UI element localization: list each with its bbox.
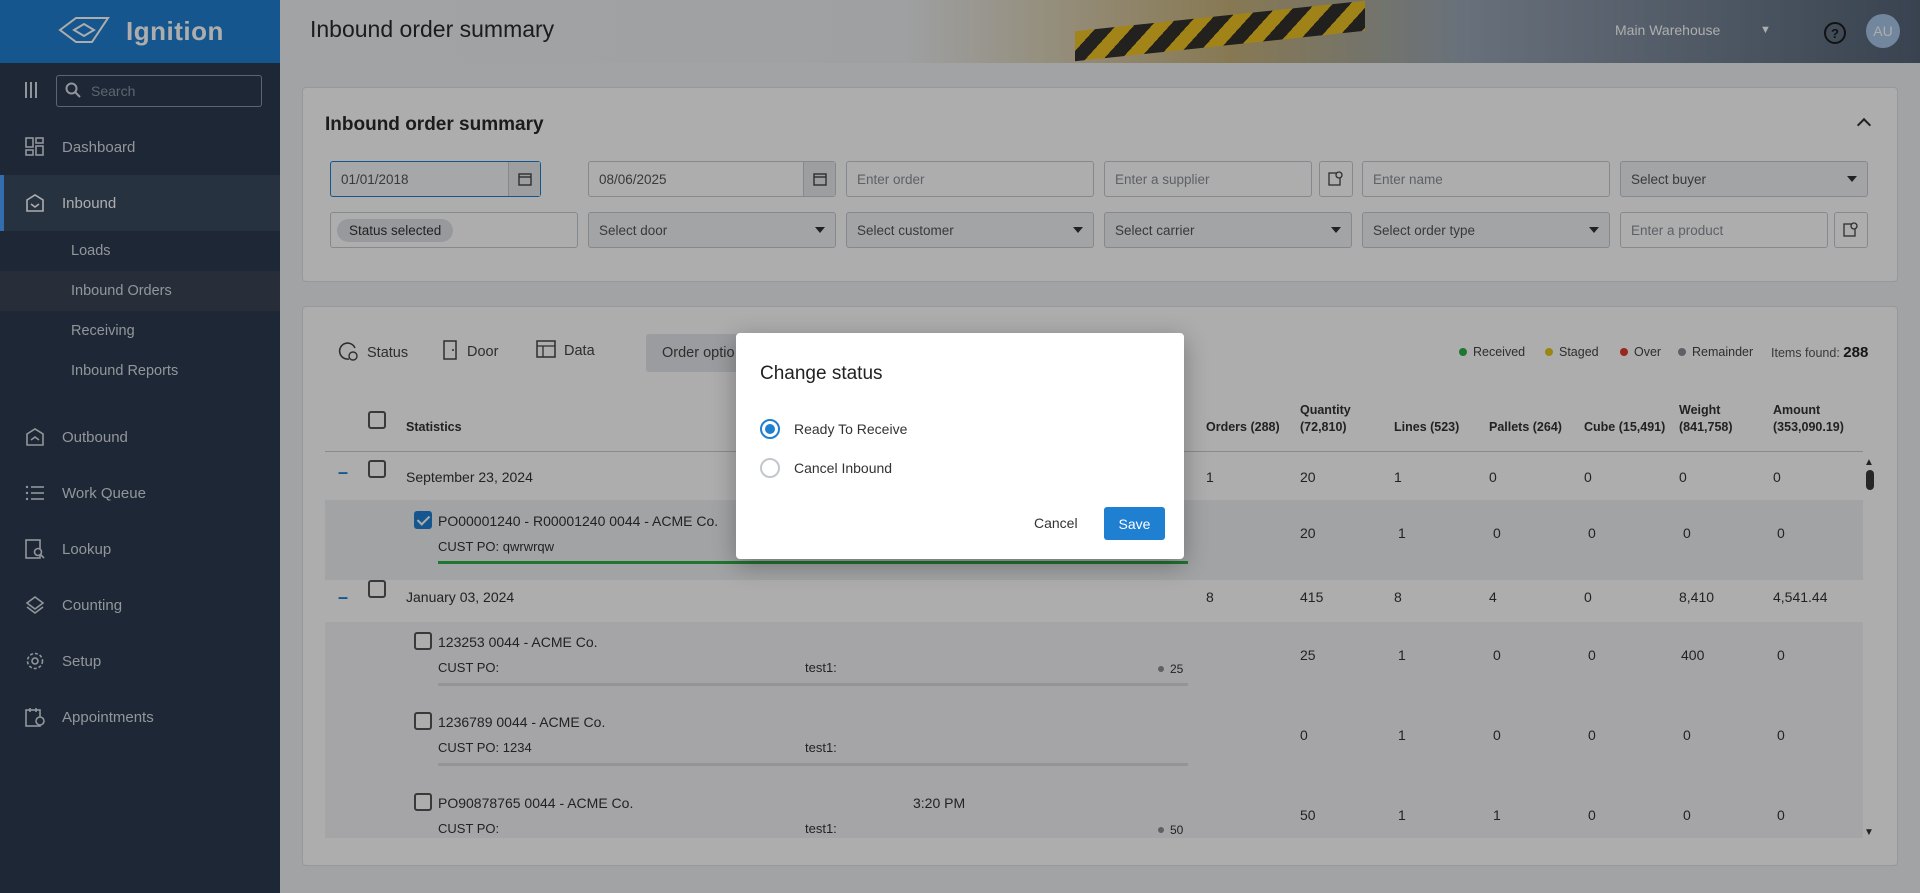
dialog-title: Change status [760, 363, 883, 384]
radio-cancel-inbound[interactable]: Cancel Inbound [760, 458, 892, 478]
radio-button-selected[interactable] [760, 419, 780, 439]
radio-ready-to-receive[interactable]: Ready To Receive [760, 419, 907, 439]
app-root: Ignition Search Dashboard Inbound Loads … [0, 0, 1920, 893]
cancel-button[interactable]: Cancel [1026, 507, 1086, 539]
save-button[interactable]: Save [1104, 507, 1165, 540]
radio-label: Ready To Receive [794, 421, 908, 437]
radio-button[interactable] [760, 458, 780, 478]
radio-label: Cancel Inbound [794, 460, 893, 476]
change-status-dialog: Change status Ready To Receive Cancel In… [736, 333, 1184, 559]
